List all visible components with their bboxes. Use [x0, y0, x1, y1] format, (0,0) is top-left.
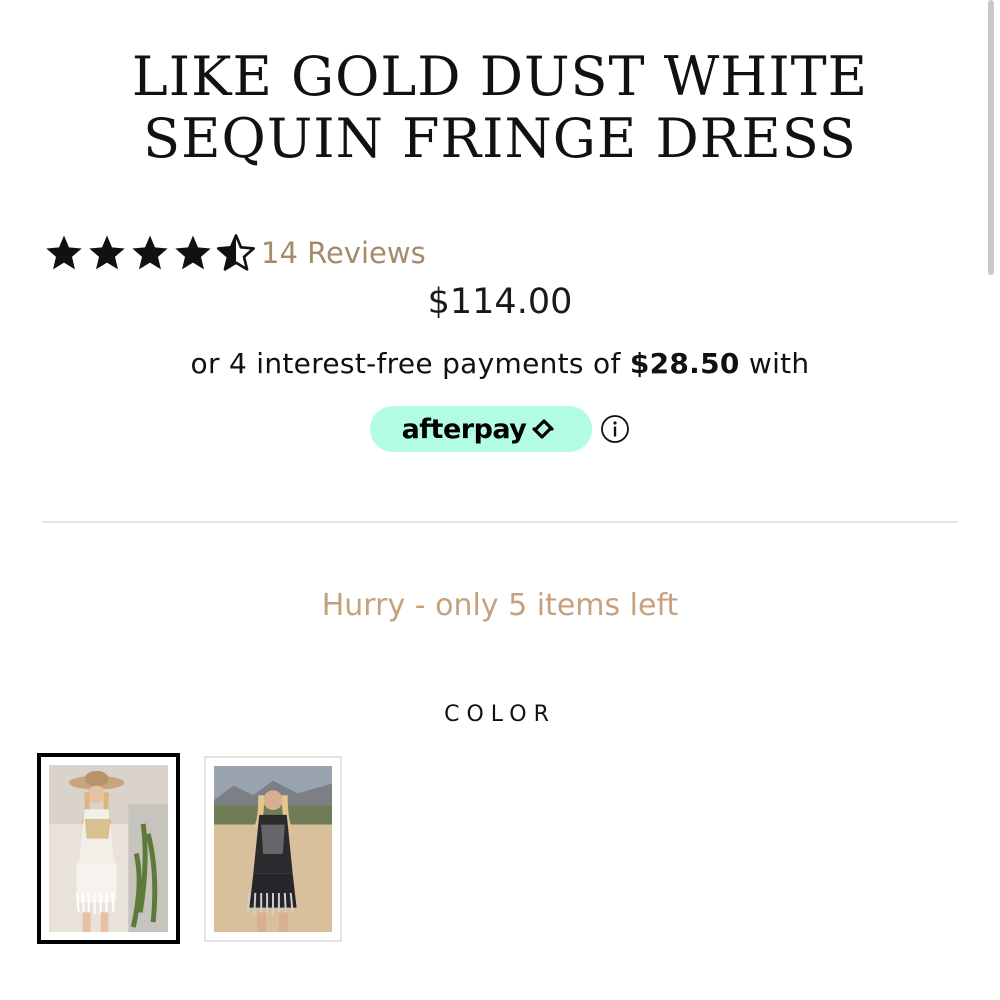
- product-title: LIKE GOLD DUST WHITE SEQUIN FRINGE DRESS: [0, 46, 1000, 170]
- swatch-black-image: [214, 766, 332, 932]
- star-half-icon: [216, 233, 256, 273]
- star-full-icon: [173, 233, 213, 273]
- star-full-icon: [44, 233, 84, 273]
- reviews-link[interactable]: 14 Reviews: [261, 236, 426, 270]
- color-label: COLOR: [444, 702, 556, 727]
- product-rating[interactable]: 14 Reviews: [44, 230, 426, 276]
- afterpay-label: afterpay: [401, 413, 527, 445]
- product-title-line2: SEQUIN FRINGE DRESS: [143, 107, 857, 170]
- afterpay-arrows-icon: [526, 416, 560, 442]
- installments-text: or 4 interest-free payments of $28.50 wi…: [0, 347, 1000, 380]
- product-price: $114.00: [427, 282, 573, 322]
- section-divider: [42, 521, 958, 523]
- color-swatch-black[interactable]: [204, 756, 342, 942]
- swatch-white-image: [49, 765, 168, 932]
- installment-amount: $28.50: [629, 347, 740, 380]
- low-stock-message: Hurry - only 5 items left: [321, 588, 679, 623]
- afterpay-row: afterpay: [370, 406, 630, 452]
- color-swatch-white[interactable]: [37, 753, 180, 944]
- info-icon[interactable]: [600, 414, 630, 444]
- star-full-icon: [130, 233, 170, 273]
- star-full-icon: [87, 233, 127, 273]
- installments-suffix: with: [748, 347, 810, 380]
- product-title-line1: LIKE GOLD DUST WHITE: [131, 45, 869, 108]
- installments-prefix: or 4 interest-free payments of: [190, 347, 621, 380]
- rating-stars: [44, 233, 259, 273]
- afterpay-badge[interactable]: afterpay: [370, 406, 592, 452]
